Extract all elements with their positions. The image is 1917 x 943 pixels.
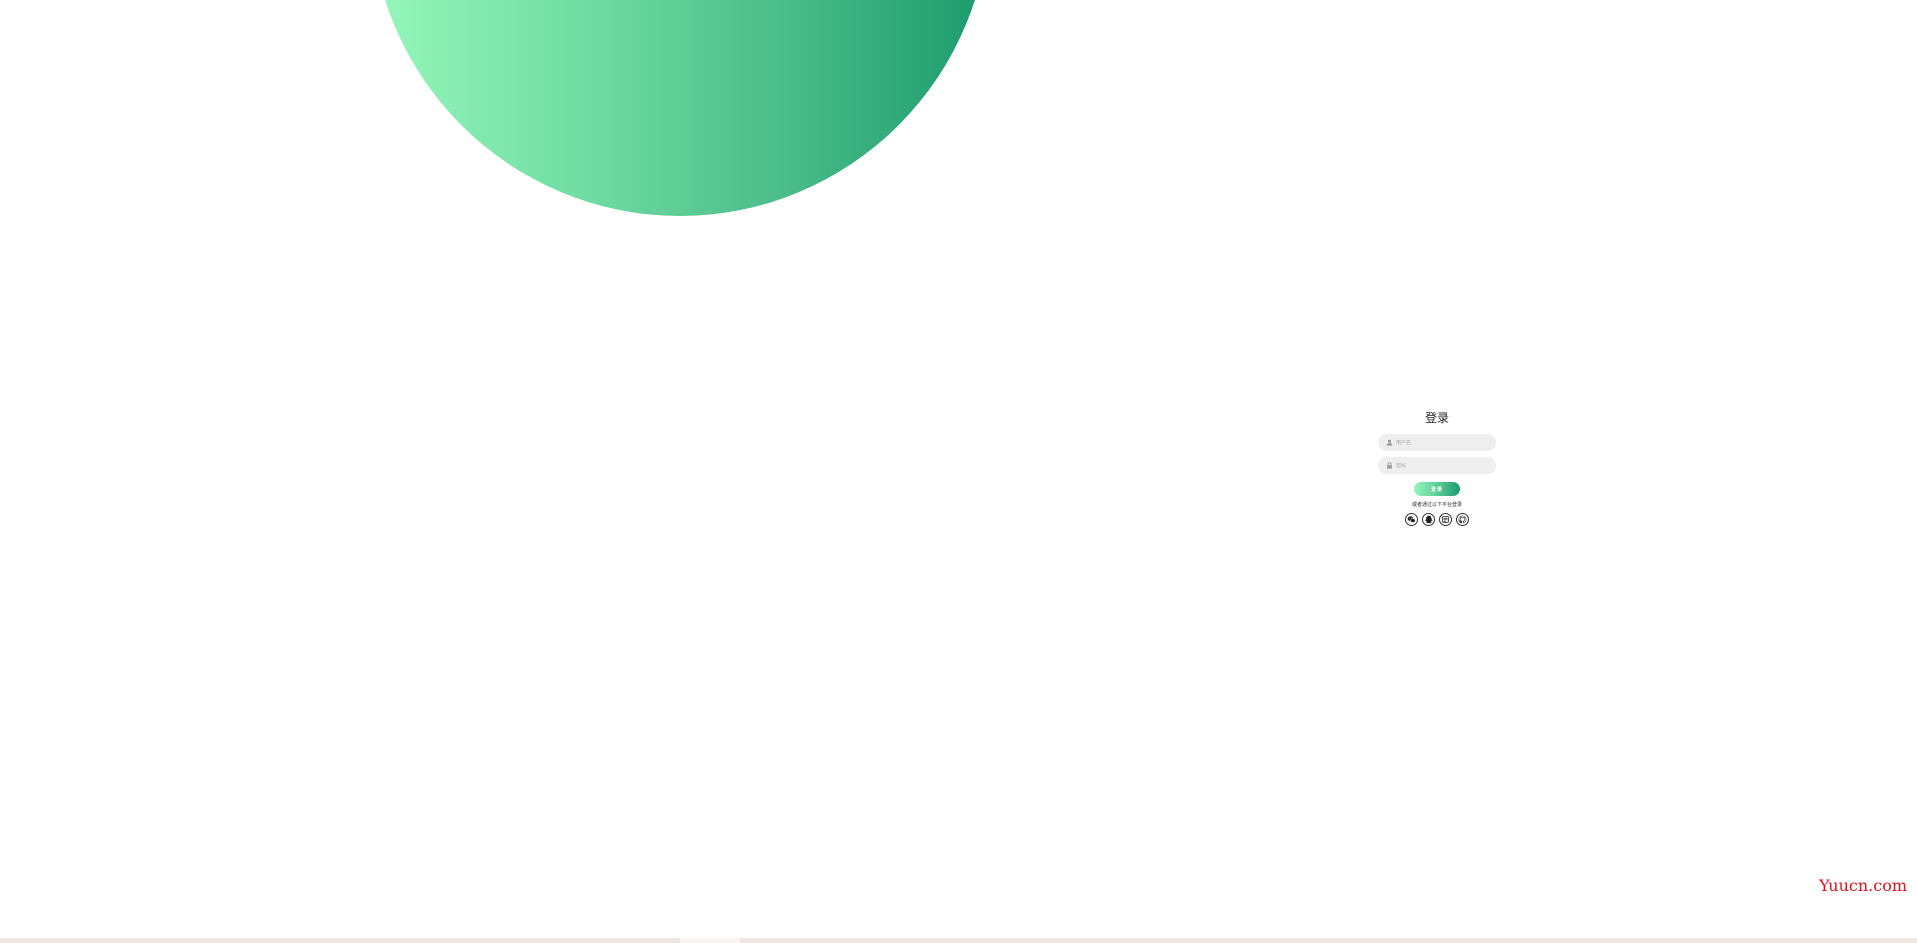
password-field[interactable] — [1378, 457, 1496, 474]
weibo-icon[interactable] — [1439, 513, 1452, 526]
login-button[interactable]: 登录 — [1414, 482, 1460, 496]
lock-icon — [1385, 462, 1393, 470]
login-title: 登录 — [1424, 411, 1449, 425]
user-icon — [1385, 439, 1393, 447]
scrollbar-thumb[interactable] — [680, 938, 740, 943]
page: 登录 登录 或者通过以下平台登录 — [0, 0, 1917, 943]
social-login-text: 或者通过以下平台登录 — [1411, 502, 1462, 508]
username-field[interactable] — [1378, 434, 1496, 451]
password-input[interactable] — [1396, 462, 1486, 469]
watermark-text: Yuucn.com — [1819, 876, 1907, 895]
wechat-icon[interactable] — [1405, 513, 1418, 526]
login-form: 登录 登录 或者通过以下平台登录 — [1375, 408, 1499, 526]
github-icon[interactable] — [1456, 513, 1469, 526]
bottom-scrollbar[interactable] — [0, 938, 1917, 943]
decorative-gradient-circle — [370, 0, 990, 216]
qq-icon[interactable] — [1422, 513, 1435, 526]
social-login-icons — [1405, 513, 1469, 526]
username-input[interactable] — [1396, 439, 1486, 446]
